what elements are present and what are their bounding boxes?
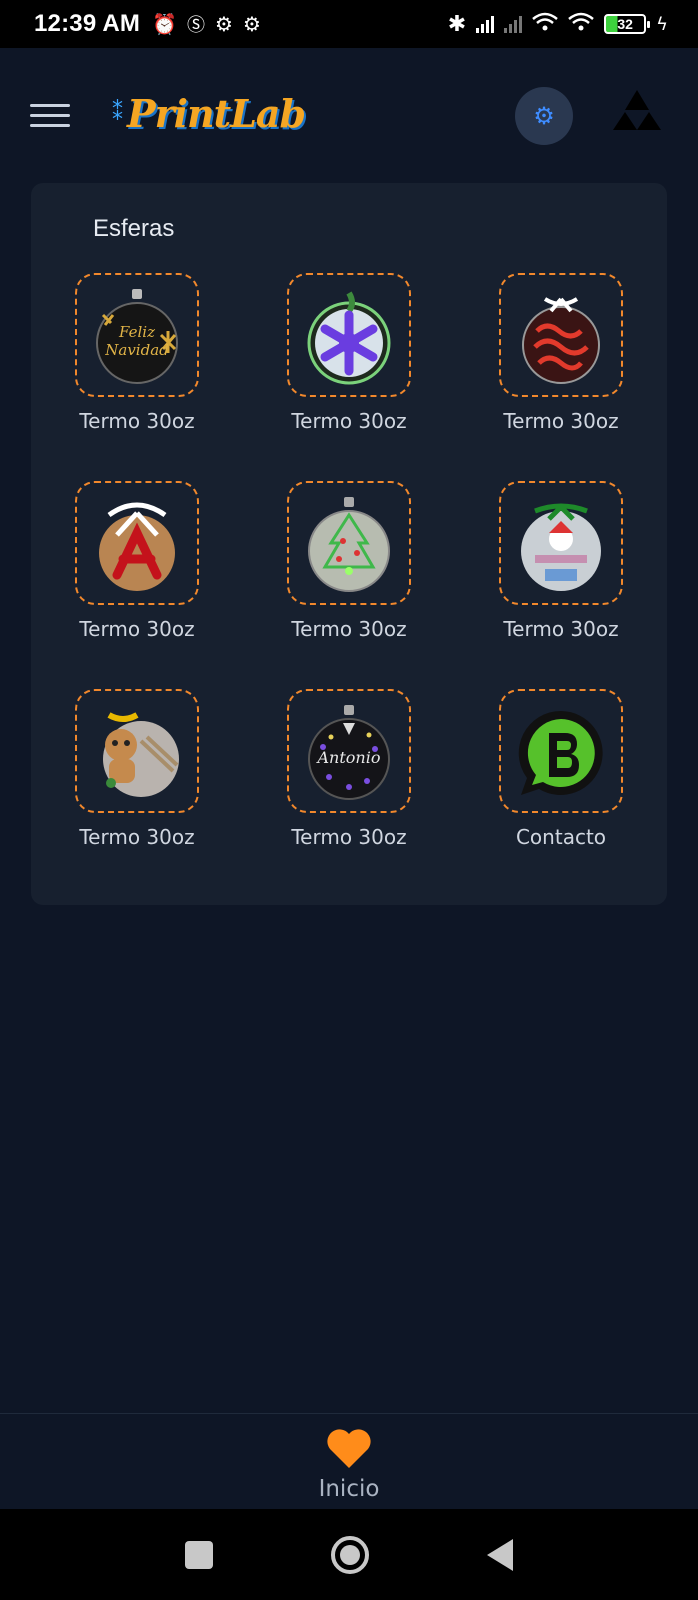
- circle-home-icon: [331, 1535, 369, 1574]
- contact-item[interactable]: Contacto: [455, 689, 667, 849]
- settings-icon: ⚙: [215, 12, 233, 36]
- svg-text:Navidad: Navidad: [104, 341, 169, 359]
- logo-text: PrintLab: [127, 90, 306, 136]
- svg-text:Antonio: Antonio: [316, 748, 381, 767]
- nav-item-inicio[interactable]: Inicio: [318, 1414, 380, 1509]
- square-icon: [185, 1540, 213, 1569]
- ornament-antonio-image: Antonio: [308, 705, 390, 800]
- product-label: Termo 30oz: [79, 409, 195, 433]
- heart-icon: [327, 1429, 371, 1468]
- ornament-tree-image: [308, 497, 390, 592]
- wifi-icon: [568, 12, 594, 37]
- bluetooth-icon: ✱: [447, 11, 467, 37]
- logo[interactable]: ⁑ PrintLab: [112, 88, 306, 138]
- signal-off-icon: [504, 15, 523, 33]
- product-label: Termo 30oz: [503, 409, 619, 433]
- product-label: Termo 30oz: [503, 617, 619, 641]
- product-item[interactable]: Feliz Navidad Termo 30oz: [31, 273, 243, 433]
- app-header: ⁑ PrintLab ⚙: [0, 48, 698, 182]
- bottom-nav: Inicio: [0, 1413, 698, 1509]
- ornament-gingerbread-image: [103, 712, 179, 797]
- product-label: Termo 30oz: [291, 617, 407, 641]
- section-title: Esferas: [93, 215, 175, 242]
- status-bar: 12:39 AM ⏰ Ⓢ ⚙ ⚙ ✱ 32 ϟ: [0, 0, 698, 48]
- contact-label: Contacto: [515, 825, 607, 849]
- product-item[interactable]: Termo 30oz: [243, 481, 455, 641]
- product-label: Termo 30oz: [79, 825, 195, 849]
- whatsapp-business-icon: [518, 710, 603, 795]
- product-item[interactable]: Termo 30oz: [31, 689, 243, 849]
- ornament-snowflake-image: [307, 291, 391, 385]
- product-thumbnail[interactable]: [287, 273, 411, 397]
- back-button[interactable]: [487, 1538, 513, 1571]
- ornament-letter-a-image: [99, 502, 175, 591]
- product-label: Termo 30oz: [291, 825, 407, 849]
- contact-thumbnail[interactable]: [499, 689, 623, 813]
- hamburger-menu-icon[interactable]: [30, 104, 70, 128]
- status-time: 12:39 AM: [34, 10, 141, 37]
- ornament-feliz-navidad-image: Feliz Navidad: [96, 289, 178, 384]
- nav-label-inicio: Inicio: [318, 1476, 380, 1502]
- home-button[interactable]: [331, 1535, 369, 1574]
- product-thumbnail[interactable]: Feliz Navidad: [75, 273, 199, 397]
- back-triangle-icon: [487, 1538, 513, 1571]
- battery-icon: 32: [604, 14, 651, 34]
- product-item[interactable]: Termo 30oz: [243, 273, 455, 433]
- svg-text:Feliz: Feliz: [118, 323, 155, 341]
- gear-icon: ⚙: [533, 102, 555, 130]
- system-navigation-bar: [0, 1509, 698, 1600]
- ornament-snowman-image: [521, 503, 601, 591]
- product-thumbnail[interactable]: [499, 273, 623, 397]
- product-thumbnail[interactable]: [75, 481, 199, 605]
- wifi-call-icon: [532, 12, 558, 37]
- recents-button[interactable]: [185, 1540, 213, 1569]
- sim-icon: Ⓢ: [187, 15, 205, 36]
- product-label: Termo 30oz: [291, 409, 407, 433]
- product-label: Termo 30oz: [79, 617, 195, 641]
- category-card: Esferas Feliz Navidad Termo 30oz Termo 3…: [31, 183, 667, 905]
- product-item[interactable]: Termo 30oz: [455, 273, 667, 433]
- settings-icon: ⚙: [242, 12, 261, 36]
- product-item[interactable]: Antonio Termo 30oz: [243, 689, 455, 849]
- product-item[interactable]: Termo 30oz: [31, 481, 243, 641]
- product-thumbnail[interactable]: Antonio: [287, 689, 411, 813]
- ornament-red-glitter-image: [522, 297, 600, 384]
- charging-icon: ϟ: [656, 13, 668, 35]
- product-thumbnail[interactable]: [499, 481, 623, 605]
- product-thumbnail[interactable]: [287, 481, 411, 605]
- product-grid: Feliz Navidad Termo 30oz Termo 30oz Term…: [31, 273, 667, 849]
- alarm-icon: ⏰: [152, 12, 177, 36]
- theme-toggle-button[interactable]: ⚙: [515, 87, 573, 145]
- logo-rays-icon: ⁑: [112, 100, 123, 126]
- product-thumbnail[interactable]: [75, 689, 199, 813]
- brand-triangles-icon[interactable]: [612, 88, 662, 132]
- product-item[interactable]: Termo 30oz: [455, 481, 667, 641]
- signal-icon: [476, 15, 495, 33]
